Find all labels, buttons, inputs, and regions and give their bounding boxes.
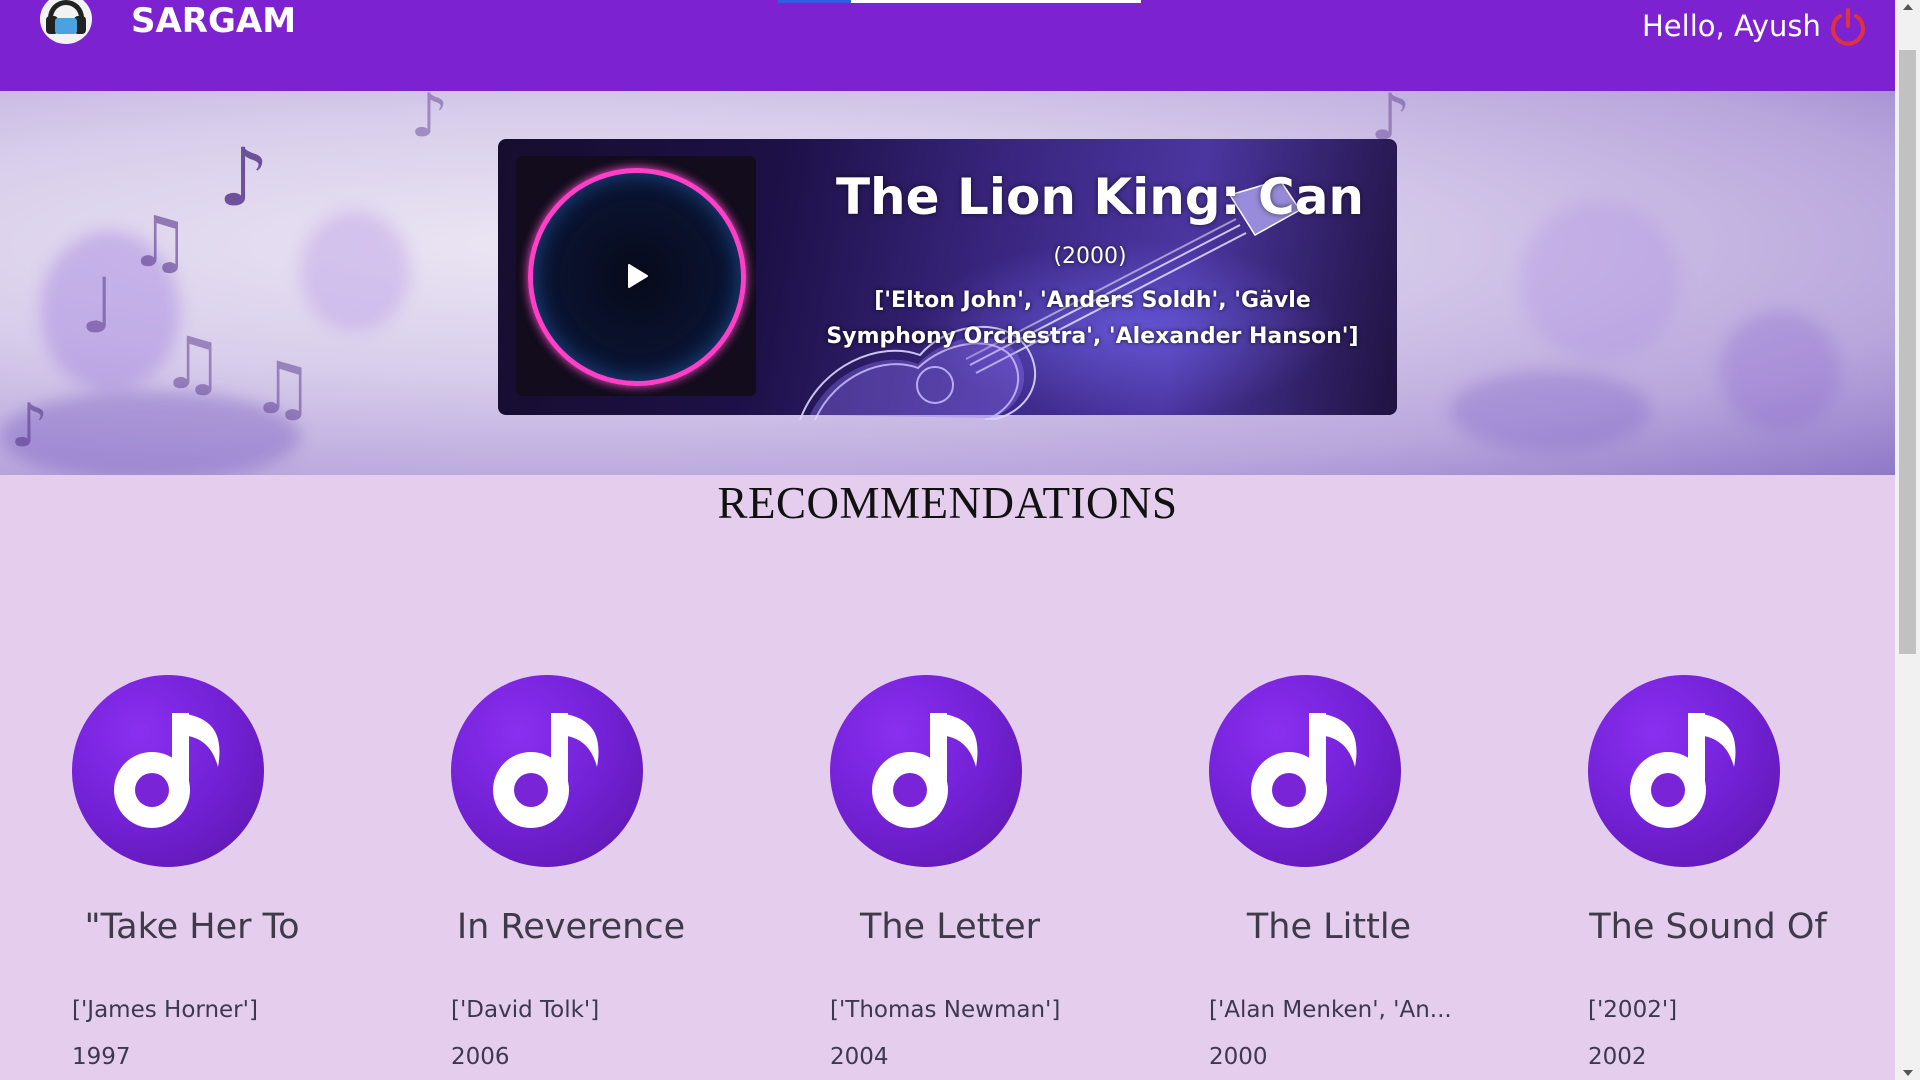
- recommendation-card[interactable]: The Little ['Alan Menken', 'An... 2000: [1209, 675, 1549, 1080]
- recommendations-heading: RECOMMENDATIONS: [717, 478, 1178, 528]
- user-greeting: Hello, Ayush: [1642, 9, 1821, 43]
- recommendation-title[interactable]: The Little: [1209, 905, 1449, 949]
- scroll-up-arrow-icon[interactable]: [1903, 4, 1913, 10]
- music-note-icon: ♫: [160, 321, 225, 405]
- music-note-icon: ♩: [80, 261, 116, 350]
- recommendation-artist: ['James Horner']: [72, 997, 258, 1023]
- music-note-icon[interactable]: [1588, 675, 1780, 867]
- recommendation-artist: ['Thomas Newman']: [830, 997, 1061, 1023]
- recommendation-card[interactable]: "Take Her To ['James Horner'] 1997: [72, 675, 412, 1080]
- recommendation-title[interactable]: In Reverence: [451, 905, 691, 949]
- now-playing-year: (2000): [1053, 244, 1127, 269]
- recommendation-card[interactable]: In Reverence ['David Tolk'] 2006: [451, 675, 791, 1080]
- music-note-icon[interactable]: [830, 675, 1022, 867]
- now-playing-artists: ['Elton John', 'Anders Soldh', 'Gävle Sy…: [826, 288, 1359, 349]
- scrollbar-thumb[interactable]: [1899, 50, 1916, 654]
- recommendation-year: 1997: [72, 1044, 131, 1070]
- top-navbar: SARGAM Hello, Ayush: [0, 0, 1895, 91]
- recommendation-year: 2002: [1588, 1044, 1647, 1070]
- music-note-icon: ♪: [218, 131, 270, 224]
- recommendation-artist: ['David Tolk']: [451, 997, 600, 1023]
- headphones-logo-icon[interactable]: [40, 0, 92, 44]
- recommendation-title[interactable]: The Letter: [830, 905, 1070, 949]
- page-scrollbar[interactable]: [1895, 0, 1920, 1080]
- tab-indicator-active: [851, 0, 1141, 3]
- tab-indicator: [778, 0, 851, 3]
- recommendation-card[interactable]: The Letter ['Thomas Newman'] 2004: [830, 675, 1170, 1080]
- recommendation-title[interactable]: "Take Her To: [72, 905, 312, 949]
- scroll-down-arrow-icon[interactable]: [1903, 1070, 1913, 1076]
- play-icon[interactable]: [625, 263, 649, 289]
- brand-name[interactable]: SARGAM: [131, 0, 296, 42]
- power-icon[interactable]: [1828, 7, 1868, 47]
- music-note-icon[interactable]: [72, 675, 264, 867]
- recommendation-title[interactable]: The Sound Of: [1588, 905, 1828, 949]
- recommendation-year: 2006: [451, 1044, 510, 1070]
- music-note-icon: ♫: [128, 201, 191, 283]
- music-note-icon: ♪: [10, 391, 49, 461]
- recommendation-year: 2004: [830, 1044, 889, 1070]
- music-note-icon: ♫: [250, 346, 315, 430]
- recommendation-artist: ['2002']: [1588, 997, 1678, 1023]
- recommendation-card[interactable]: The Sound Of ['2002'] 2002: [1588, 675, 1920, 1080]
- music-note-icon: ♪: [410, 91, 449, 151]
- now-playing-title: The Lion King: Can: [835, 168, 1365, 226]
- recommendation-year: 2000: [1209, 1044, 1268, 1070]
- recommendation-artist: ['Alan Menken', 'An...: [1209, 997, 1452, 1023]
- music-note-icon[interactable]: [1209, 675, 1401, 867]
- music-note-icon[interactable]: [451, 675, 643, 867]
